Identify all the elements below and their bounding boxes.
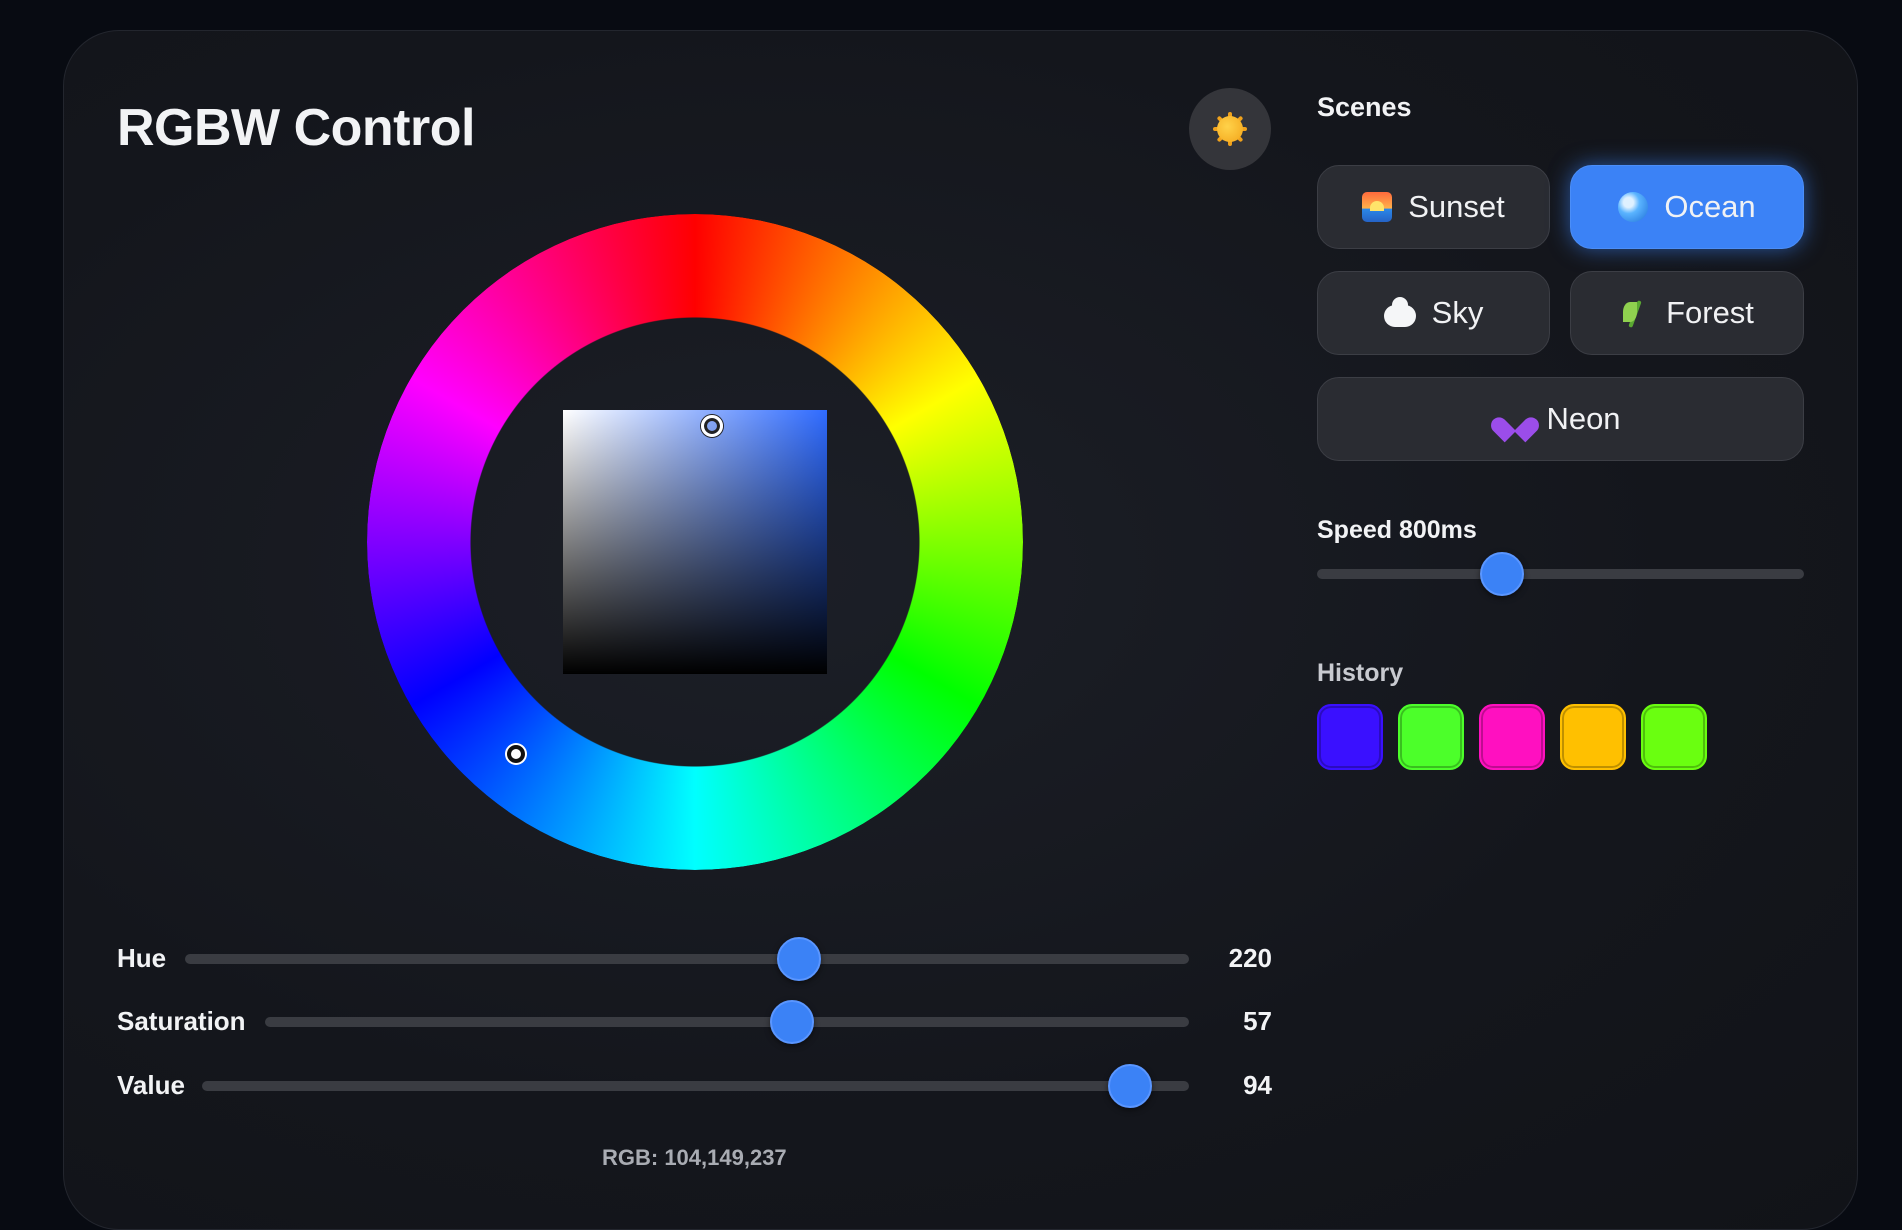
value-value: 94	[1243, 1070, 1272, 1100]
value-slider-row: Value 94	[117, 1063, 1272, 1108]
wave-icon	[1618, 192, 1649, 222]
cloud-icon	[1383, 297, 1416, 327]
hue-slider-row: Hue 220	[117, 936, 1272, 981]
value-slider[interactable]	[202, 1064, 1189, 1108]
history-swatch[interactable]	[1398, 704, 1464, 770]
speed-slider-thumb[interactable]	[1480, 552, 1525, 596]
history-swatch[interactable]	[1317, 704, 1383, 770]
history-title: History	[1317, 659, 1404, 687]
saturation-slider-row: Saturation 57	[117, 999, 1272, 1044]
saturation-slider[interactable]	[265, 1000, 1189, 1044]
scene-button-neon[interactable]: Neon	[1317, 377, 1804, 461]
scene-label-neon: Neon	[1546, 401, 1621, 436]
saturation-value-square[interactable]	[563, 410, 827, 674]
hue-label: Hue	[117, 943, 167, 973]
purple-heart-icon	[1500, 405, 1530, 433]
sunset-icon	[1362, 192, 1393, 222]
saturation-slider-thumb[interactable]	[769, 1000, 814, 1044]
scene-label-sky: Sky	[1431, 295, 1484, 330]
saturation-value-handle[interactable]	[701, 415, 723, 437]
scenes-title: Scenes	[1317, 92, 1412, 122]
scene-label-ocean: Ocean	[1664, 189, 1756, 224]
scene-button-ocean[interactable]: Ocean	[1570, 165, 1804, 249]
value-slider-thumb[interactable]	[1107, 1064, 1152, 1108]
hue-value: 220	[1228, 943, 1272, 973]
history-swatch[interactable]	[1560, 704, 1626, 770]
hue-ring-handle[interactable]	[507, 745, 525, 763]
color-wheel[interactable]	[367, 214, 1023, 870]
hue-slider-thumb[interactable]	[776, 937, 821, 981]
history-swatch[interactable]	[1479, 704, 1545, 770]
scene-label-sunset: Sunset	[1408, 189, 1505, 224]
history-swatch[interactable]	[1641, 704, 1707, 770]
scene-button-sunset[interactable]: Sunset	[1317, 165, 1550, 249]
saturation-label: Saturation	[117, 1006, 246, 1036]
page-title: RGBW Control	[117, 99, 475, 157]
saturation-value: 57	[1243, 1006, 1272, 1036]
rgb-readout: RGB: 104,149,237	[602, 1145, 787, 1170]
sun-icon	[1213, 112, 1247, 146]
hue-slider[interactable]	[185, 937, 1189, 981]
value-label: Value	[117, 1070, 185, 1100]
speed-slider[interactable]	[1317, 552, 1804, 596]
speed-label: Speed 800ms	[1317, 516, 1477, 544]
herb-icon	[1620, 298, 1650, 328]
theme-toggle-button[interactable]	[1189, 88, 1271, 170]
scene-button-forest[interactable]: Forest	[1570, 271, 1804, 355]
scene-label-forest: Forest	[1666, 295, 1754, 330]
scene-button-sky[interactable]: Sky	[1317, 271, 1550, 355]
speed-slider-row	[1317, 552, 1804, 596]
